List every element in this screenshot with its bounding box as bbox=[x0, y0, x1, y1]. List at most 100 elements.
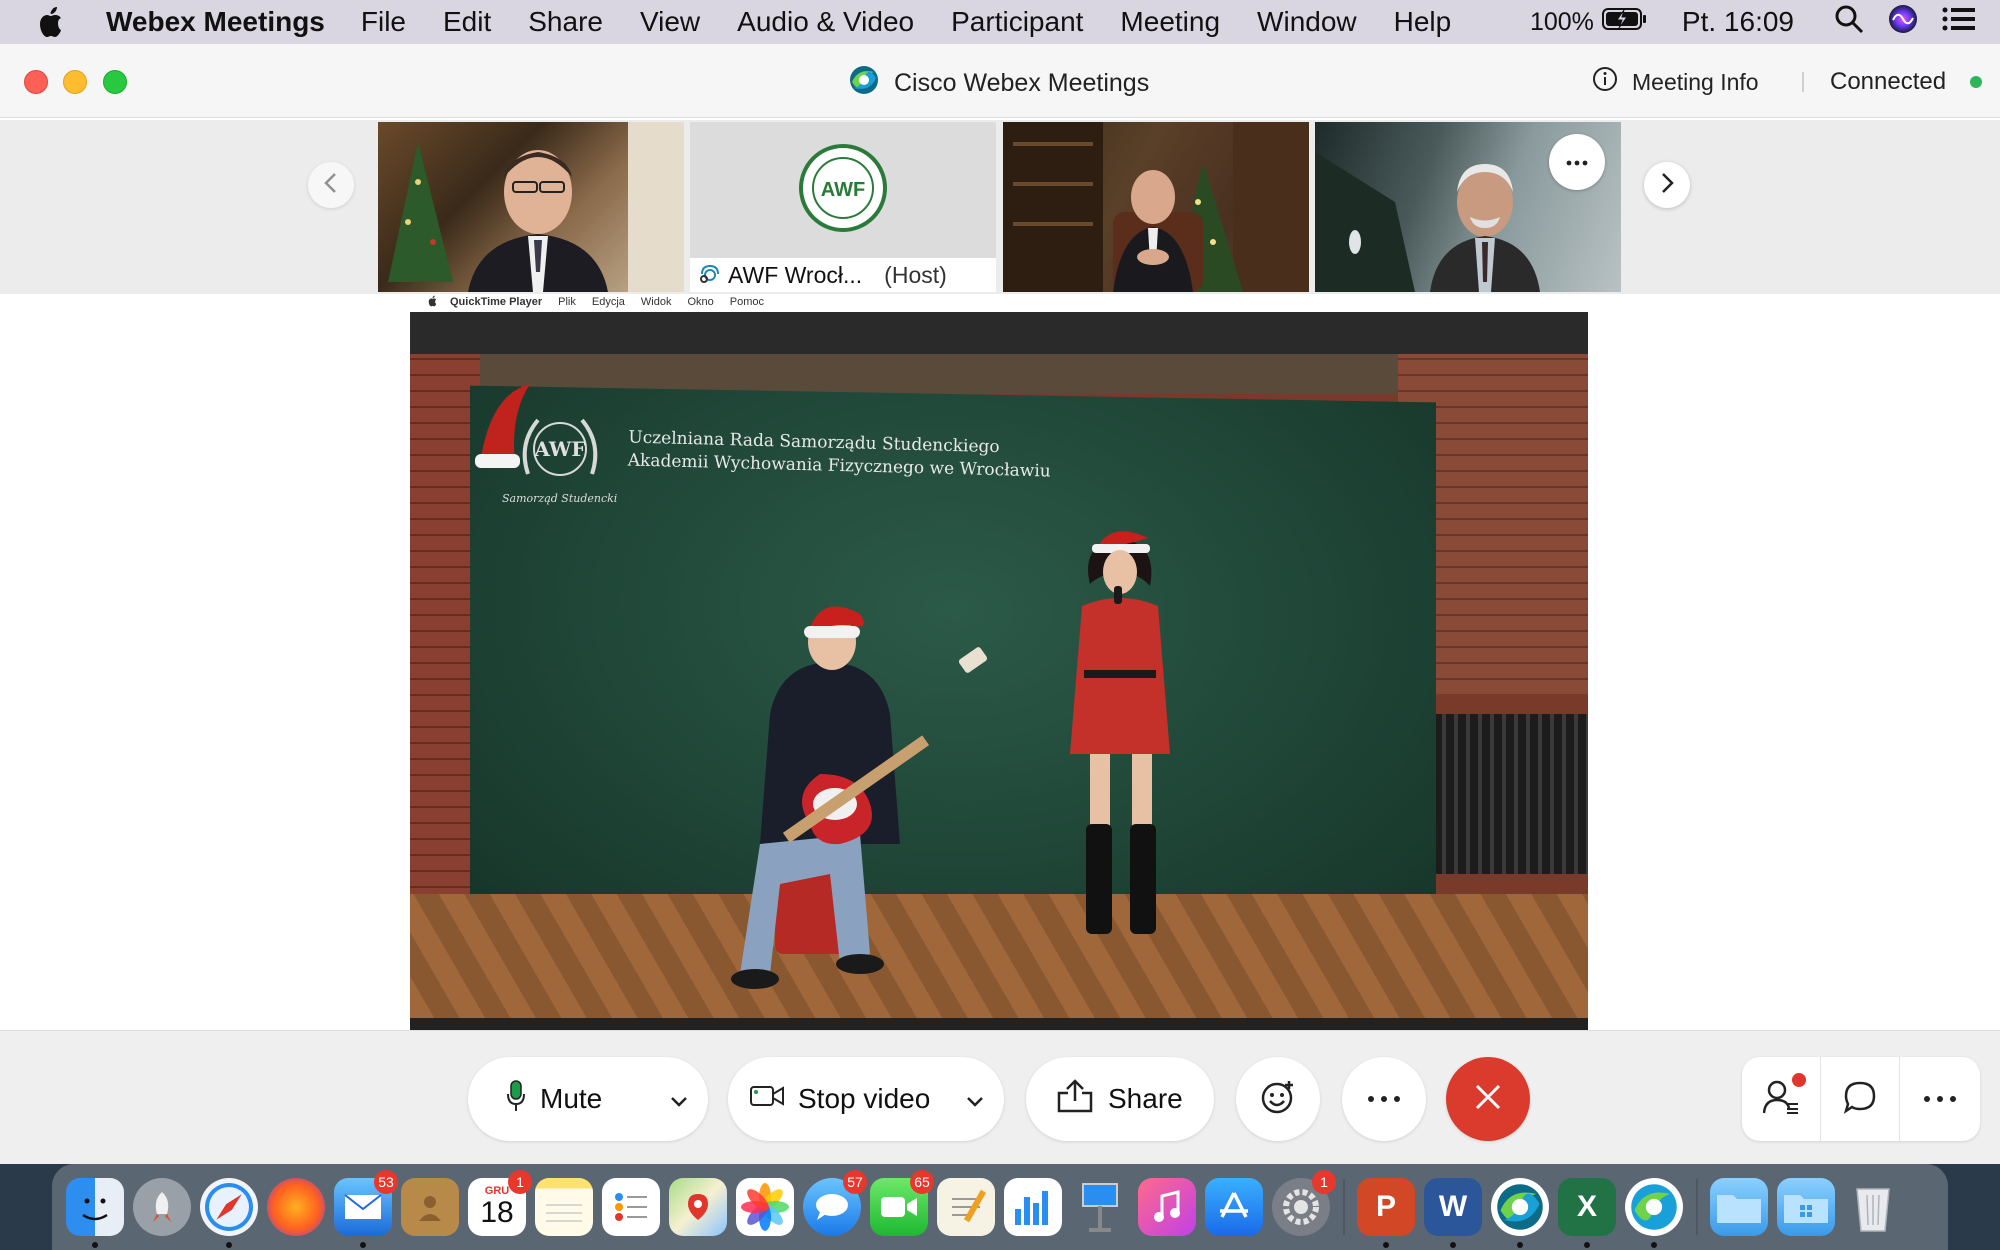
close-x-icon bbox=[1474, 1083, 1502, 1116]
launchpad-dock-icon[interactable] bbox=[133, 1178, 191, 1236]
menu-share[interactable]: Share bbox=[528, 6, 603, 38]
panel-buttons-group bbox=[1742, 1057, 1980, 1141]
audio-indicator-icon bbox=[698, 260, 722, 290]
menu-view[interactable]: View bbox=[640, 6, 700, 38]
awf-emblem-text: AWF bbox=[533, 437, 585, 461]
filmstrip-previous-button[interactable] bbox=[308, 162, 354, 208]
menu-window[interactable]: Window bbox=[1257, 6, 1357, 38]
participant-video-tile[interactable] bbox=[378, 122, 684, 292]
menu-file[interactable]: File bbox=[361, 6, 406, 38]
chat-panel-button[interactable] bbox=[1821, 1057, 1900, 1141]
keynote-dock-icon[interactable] bbox=[1071, 1178, 1129, 1236]
host-participant-tile[interactable]: AWF AWF Wrocł... (Host) bbox=[690, 122, 996, 292]
reactions-button[interactable] bbox=[1236, 1057, 1320, 1141]
participant-video-tile[interactable] bbox=[1003, 122, 1309, 292]
music-dock-icon[interactable] bbox=[1138, 1178, 1196, 1236]
menu-bar-clock[interactable]: Pt. 16:09 bbox=[1682, 6, 1794, 38]
chat-bubble-icon bbox=[1843, 1080, 1877, 1119]
shared-content-area: QuickTime Player Plik Edycja Widok Okno … bbox=[0, 294, 2000, 1030]
chevron-right-icon bbox=[1659, 172, 1675, 199]
chevron-down-icon[interactable] bbox=[966, 1083, 984, 1115]
shared-menu-item: Okno bbox=[687, 296, 714, 308]
menu-edit[interactable]: Edit bbox=[443, 6, 491, 38]
singer-figure bbox=[1070, 531, 1170, 934]
participant-video-tile[interactable] bbox=[1315, 122, 1621, 292]
messages-badge: 57 bbox=[843, 1170, 867, 1194]
participants-notification-dot bbox=[1792, 1073, 1806, 1087]
webex-window: Cisco Webex Meetings Meeting Info Connec… bbox=[0, 44, 2000, 1164]
system-preferences-dock-icon[interactable]: 1 bbox=[1272, 1170, 1336, 1236]
window-close-button[interactable] bbox=[24, 70, 48, 94]
participants-panel-button[interactable] bbox=[1742, 1057, 1821, 1141]
running-indicator bbox=[92, 1242, 98, 1248]
menu-meeting[interactable]: Meeting bbox=[1120, 6, 1220, 38]
mail-dock-icon[interactable]: 53 bbox=[334, 1170, 398, 1248]
photos-dock-icon[interactable] bbox=[736, 1178, 794, 1236]
spotlight-search-icon[interactable] bbox=[1834, 4, 1864, 41]
battery-percent[interactable]: 100% bbox=[1530, 8, 1594, 37]
connection-status: Connected bbox=[1830, 68, 1947, 95]
messages-dock-icon[interactable]: 57 bbox=[803, 1170, 867, 1236]
participant-name-bar: AWF Wrocł... (Host) bbox=[690, 258, 996, 292]
shared-app-name: QuickTime Player bbox=[450, 296, 543, 308]
connection-status-dot bbox=[1970, 76, 1982, 88]
participant-filmstrip: AWF AWF Wrocł... (Host) bbox=[0, 120, 2000, 294]
chevron-down-icon[interactable] bbox=[670, 1083, 688, 1115]
meeting-info-button[interactable]: Meeting Info bbox=[1592, 66, 1759, 98]
finder-dock-icon[interactable] bbox=[66, 1178, 124, 1248]
more-panels-button[interactable] bbox=[1900, 1057, 1979, 1141]
shared-video-player[interactable]: AWF Samorząd Studencki Uczelniana Rada S… bbox=[410, 312, 1588, 1030]
reminders-dock-icon[interactable] bbox=[602, 1178, 660, 1236]
share-upload-icon bbox=[1056, 1078, 1094, 1120]
menu-audio-video[interactable]: Audio & Video bbox=[737, 6, 914, 38]
contacts-dock-icon[interactable] bbox=[401, 1178, 459, 1236]
guitarist-figure bbox=[731, 606, 988, 989]
window-minimize-button[interactable] bbox=[63, 70, 87, 94]
tile-more-options-button[interactable] bbox=[1549, 134, 1605, 190]
shared-menu-item: Plik bbox=[558, 296, 576, 308]
trash-dock-icon[interactable] bbox=[1844, 1178, 1902, 1236]
running-indicator bbox=[1517, 1242, 1523, 1248]
battery-icon[interactable] bbox=[1601, 6, 1648, 38]
filmstrip-next-button[interactable] bbox=[1644, 162, 1690, 208]
apple-menu-icon[interactable] bbox=[38, 6, 76, 38]
word-dock-icon[interactable]: W bbox=[1424, 1178, 1482, 1248]
running-indicator bbox=[1383, 1242, 1389, 1248]
firefox-dock-icon[interactable] bbox=[267, 1178, 325, 1236]
mute-button[interactable]: Mute bbox=[468, 1057, 708, 1141]
numbers-dock-icon[interactable] bbox=[1004, 1178, 1062, 1236]
participant-name: AWF Wrocł... bbox=[728, 261, 863, 288]
more-options-button[interactable] bbox=[1342, 1057, 1426, 1141]
running-indicator bbox=[360, 1242, 366, 1248]
window-fullscreen-button[interactable] bbox=[103, 70, 127, 94]
app-menu-webex[interactable]: Webex Meetings bbox=[106, 6, 325, 38]
webex-logo-icon bbox=[848, 64, 880, 103]
webex-dock-icon[interactable] bbox=[1491, 1178, 1549, 1248]
video-camera-icon bbox=[750, 1083, 784, 1115]
leave-meeting-button[interactable] bbox=[1446, 1057, 1530, 1141]
facetime-dock-icon[interactable]: 65 bbox=[870, 1170, 934, 1236]
windows-folder-dock-icon[interactable] bbox=[1777, 1178, 1835, 1236]
webex-meetings-dock-icon[interactable] bbox=[1625, 1178, 1683, 1248]
folder-dock-icon[interactable] bbox=[1710, 1178, 1768, 1236]
stop-video-button[interactable]: Stop video bbox=[728, 1057, 1004, 1141]
safari-dock-icon[interactable] bbox=[200, 1178, 258, 1248]
excel-dock-icon[interactable]: X bbox=[1558, 1178, 1616, 1248]
awf-emblem: AWF Samorząd Studencki bbox=[502, 404, 617, 505]
menu-participant[interactable]: Participant bbox=[951, 6, 1083, 38]
textedit-dock-icon[interactable] bbox=[937, 1178, 995, 1236]
maps-dock-icon[interactable] bbox=[669, 1178, 727, 1236]
menu-bar-status-area: 100% Pt. 16:09 bbox=[1530, 0, 2000, 44]
menu-help[interactable]: Help bbox=[1394, 6, 1452, 38]
notification-center-icon[interactable] bbox=[1942, 6, 1976, 39]
calendar-dock-icon[interactable]: GRU 18 1 bbox=[468, 1170, 532, 1236]
notes-dock-icon[interactable] bbox=[535, 1178, 593, 1236]
share-label: Share bbox=[1108, 1083, 1183, 1114]
siri-icon[interactable] bbox=[1888, 4, 1918, 41]
meeting-info-label: Meeting Info bbox=[1632, 68, 1759, 95]
powerpoint-dock-icon[interactable]: P bbox=[1357, 1178, 1415, 1248]
share-button[interactable]: Share bbox=[1026, 1057, 1214, 1141]
ellipsis-icon bbox=[1367, 1090, 1401, 1108]
info-icon bbox=[1592, 66, 1618, 98]
app-store-dock-icon[interactable] bbox=[1205, 1178, 1263, 1236]
